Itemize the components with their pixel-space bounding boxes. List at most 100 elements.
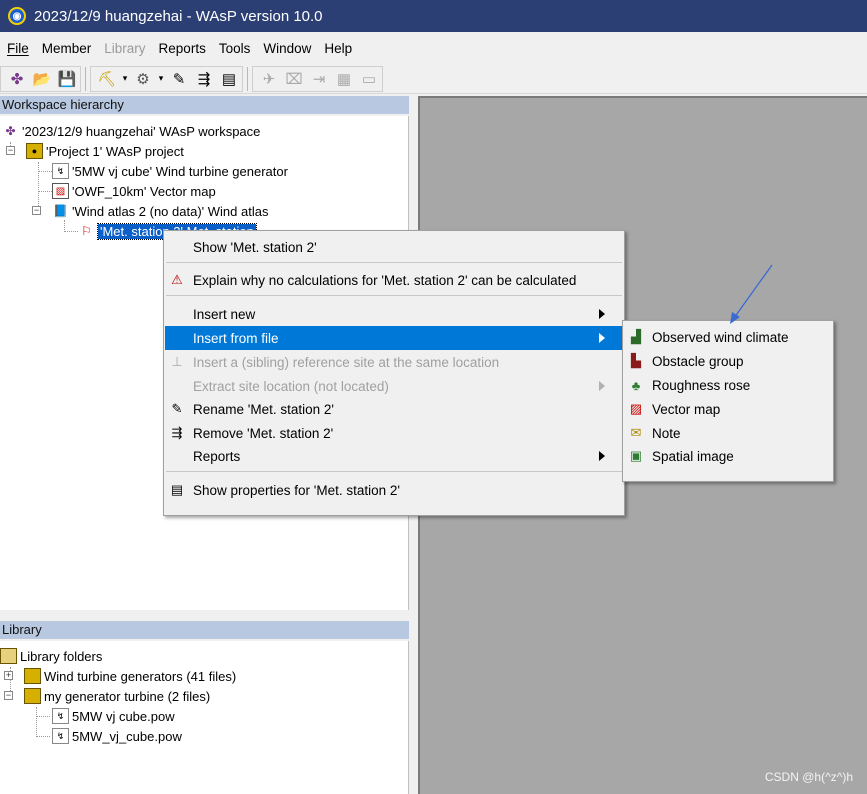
menu-member[interactable]: Member xyxy=(35,38,98,60)
menu-item-label: Extract site location (not located) xyxy=(193,378,389,394)
menu-item-label: Insert a (sibling) reference site at the… xyxy=(193,354,500,370)
tool-icon[interactable]: ⌧ xyxy=(283,68,305,90)
workspace-panel-header: Workspace hierarchy xyxy=(0,96,409,114)
insert-hierarchy-icon[interactable]: ⛏ xyxy=(96,68,118,90)
tree-item-label: Wind turbine generators (41 files) xyxy=(44,668,237,684)
menu-item-properties[interactable]: ▤ Show properties for 'Met. station 2' xyxy=(165,478,623,502)
blank-icon xyxy=(165,327,189,349)
import-icon[interactable]: ⇥ xyxy=(308,68,330,90)
save-icon[interactable]: 💾 xyxy=(56,68,78,90)
folder-open-icon[interactable]: ▭ xyxy=(358,68,380,90)
menu-separator xyxy=(166,471,622,472)
insert-site-icon: ⊥ xyxy=(171,354,183,369)
menu-item-rename[interactable]: ✎ Rename 'Met. station 2' xyxy=(165,397,623,421)
menu-tools[interactable]: Tools xyxy=(212,38,257,60)
tree-item-file[interactable]: ↯ 5MW vj cube.pow xyxy=(52,707,175,725)
collapse-icon[interactable]: − xyxy=(4,691,13,700)
tree-item-label: 'Project 1' WAsP project xyxy=(46,143,184,159)
menu-window[interactable]: Window xyxy=(256,38,317,60)
tree-item-vector-map[interactable]: ▨ 'OWF_10km' Vector map xyxy=(52,182,216,200)
menu-item-explain[interactable]: ⚠ Explain why no calculations for 'Met. … xyxy=(165,268,623,292)
menu-item-show[interactable]: Show 'Met. station 2' xyxy=(165,235,623,259)
menu-separator xyxy=(166,295,622,296)
submenu-item-vector-map[interactable]: ▨ Vector map xyxy=(624,397,832,421)
tree-item-label: 'Wind atlas 2 (no data)' Wind atlas xyxy=(72,203,269,219)
folder-open-icon xyxy=(24,688,41,704)
library-panel-header: Library xyxy=(0,621,409,639)
tree-item-file[interactable]: ↯ 5MW_vj_cube.pow xyxy=(52,727,182,745)
blank-icon xyxy=(165,375,189,397)
menu-item-insert-from-file[interactable]: Insert from file xyxy=(165,326,623,350)
tree-item-project[interactable]: ● 'Project 1' WAsP project xyxy=(26,142,184,160)
menu-item-label: Rename 'Met. station 2' xyxy=(193,401,334,417)
properties-icon[interactable]: ▤ xyxy=(218,68,240,90)
collapse-icon[interactable]: − xyxy=(32,206,41,215)
tree-item-label: '5MW vj cube' Wind turbine generator xyxy=(72,163,288,179)
new-workspace-icon[interactable]: ✤ xyxy=(6,68,28,90)
collapse-icon[interactable]: − xyxy=(6,146,15,155)
toolbar-separator xyxy=(85,66,86,91)
menu-library[interactable]: Library xyxy=(97,38,151,60)
submenu-arrow-icon xyxy=(599,333,605,343)
open-workspace-icon[interactable]: 📂 xyxy=(31,68,53,90)
workspace-icon: ✤ xyxy=(5,124,16,138)
menu-file[interactable]: File xyxy=(0,38,35,60)
wind-atlas-icon: 📘 xyxy=(53,204,68,218)
remove-icon: ⇶ xyxy=(171,425,183,440)
blank-icon xyxy=(165,236,189,258)
project-folder-icon: ● xyxy=(26,143,43,159)
panel-splitter[interactable] xyxy=(0,610,409,621)
submenu-item-obstacle-group[interactable]: ▙ Obstacle group xyxy=(624,349,832,373)
tree-item-turbine[interactable]: ↯ '5MW vj cube' Wind turbine generator xyxy=(52,162,288,180)
tree-item-workspace[interactable]: ✤ '2023/12/9 huangzehai' WAsP workspace xyxy=(2,122,260,140)
spatial-image-icon: ▣ xyxy=(629,448,643,463)
tree-item-wtg-folder[interactable]: Wind turbine generators (41 files) xyxy=(24,667,236,685)
dropdown-arrow-icon[interactable]: ▾ xyxy=(157,68,165,90)
submenu-item-note[interactable]: ✉ Note xyxy=(624,421,832,445)
blank-icon xyxy=(165,445,189,467)
context-menu: Show 'Met. station 2' ⚠ Explain why no c… xyxy=(163,230,625,516)
calculate-icon[interactable]: ✈ xyxy=(258,68,280,90)
menu-item-label: Roughness rose xyxy=(652,377,751,393)
dropdown-arrow-icon[interactable]: ▾ xyxy=(121,68,129,90)
vector-map-icon: ▨ xyxy=(629,401,643,416)
rename-icon[interactable]: ✎ xyxy=(168,68,190,90)
menu-item-insert-sibling[interactable]: ⊥ Insert a (sibling) reference site at t… xyxy=(165,350,623,374)
explain-icon: ⚠ xyxy=(171,272,183,287)
blank-icon xyxy=(165,303,189,325)
title-bar: ◉ 2023/12/9 huangzehai - WAsP version 10… xyxy=(0,0,867,32)
tree-line xyxy=(36,716,50,717)
menu-item-reports[interactable]: Reports xyxy=(165,444,623,468)
expand-icon[interactable]: + xyxy=(4,671,13,680)
menu-item-label: Note xyxy=(652,425,681,441)
menu-item-label: Obstacle group xyxy=(652,353,744,369)
tree-item-library-root[interactable]: Library folders xyxy=(0,647,102,665)
toolbar-group-file: ✤ 📂 💾 xyxy=(0,65,81,92)
menu-separator xyxy=(166,262,622,263)
tree-item-my-folder[interactable]: my generator turbine (2 files) xyxy=(24,687,210,705)
met-station-icon: ⚐ xyxy=(81,224,92,238)
menu-item-label: Insert from file xyxy=(193,330,279,346)
menu-item-extract[interactable]: Extract site location (not located) xyxy=(165,374,623,398)
remove-icon[interactable]: ⇶ xyxy=(193,68,215,90)
tree-line xyxy=(38,191,52,192)
tree-item-label: 5MW_vj_cube.pow xyxy=(72,728,182,744)
submenu-item-spatial-image[interactable]: ▣ Spatial image xyxy=(624,444,832,468)
menu-item-label: Insert new xyxy=(193,306,256,322)
roughness-rose-icon: ♣ xyxy=(631,377,641,393)
wasp-app-icon[interactable]: ◉ xyxy=(8,7,26,25)
menu-help[interactable]: Help xyxy=(317,38,358,60)
submenu-item-roughness-rose[interactable]: ♣ Roughness rose xyxy=(624,373,832,397)
tree-item-wind-atlas[interactable]: 📘 'Wind atlas 2 (no data)' Wind atlas xyxy=(52,202,268,220)
folder-icon[interactable]: ▦ xyxy=(333,68,355,90)
library-folder-icon xyxy=(0,648,17,664)
submenu-arrow-icon xyxy=(599,451,605,461)
menu-item-label: Remove 'Met. station 2' xyxy=(193,425,334,441)
properties-icon: ▤ xyxy=(170,482,184,497)
menu-reports[interactable]: Reports xyxy=(152,38,212,60)
tree-item-label: Library folders xyxy=(20,648,103,664)
menu-item-remove[interactable]: ⇶ Remove 'Met. station 2' xyxy=(165,421,623,445)
insert-member-icon[interactable]: ⚙ xyxy=(132,68,154,90)
menu-item-insert-new[interactable]: Insert new xyxy=(165,302,623,326)
toolbar: ✤ 📂 💾 ⛏ ▾ ⚙ ▾ ✎ ⇶ ▤ ✈ ⌧ ⇥ ▦ ▭ xyxy=(0,64,867,94)
